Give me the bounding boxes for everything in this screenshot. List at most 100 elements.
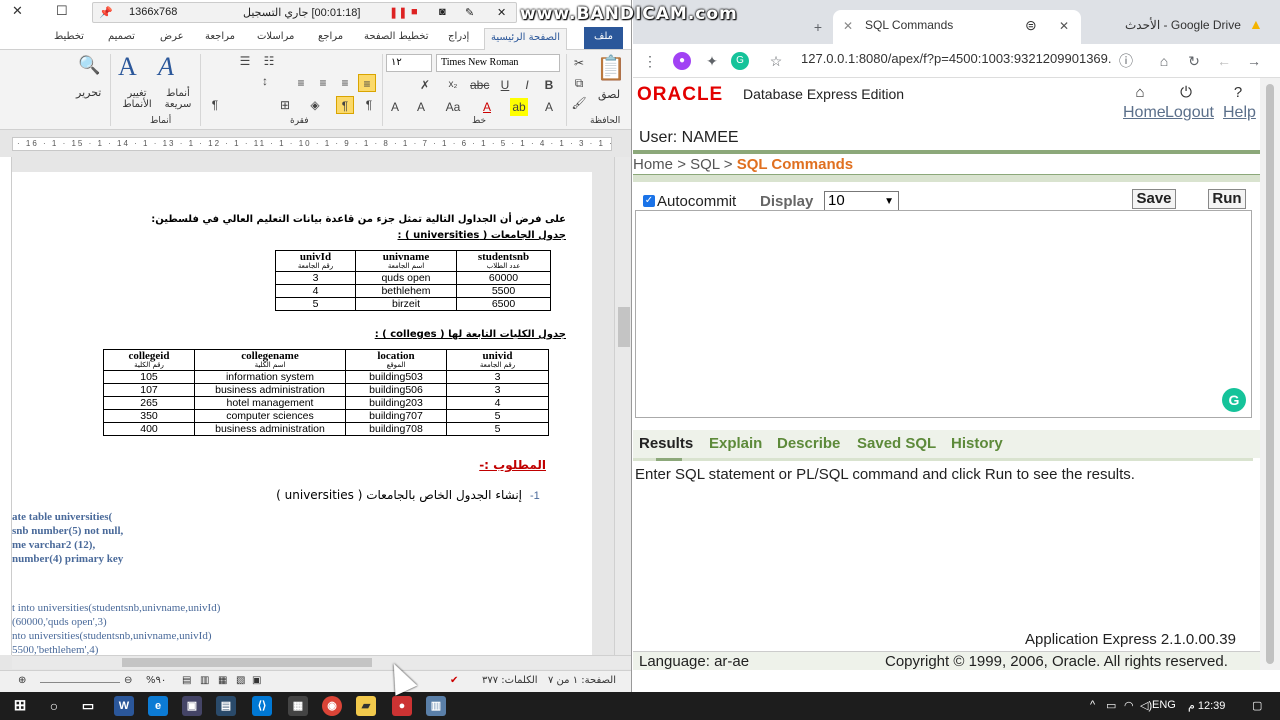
browser-scrollbar[interactable] (1260, 78, 1280, 670)
app-taskbar-icon[interactable]: ▦ (288, 696, 308, 716)
breadcrumb-home[interactable]: Home (633, 156, 673, 173)
search-icon[interactable]: ○ (44, 696, 64, 716)
extensions-icon[interactable]: ✦ (703, 52, 721, 70)
zoom-in-icon[interactable]: ⊕ (18, 675, 26, 686)
view-print-icon[interactable]: ▣ (252, 675, 261, 686)
grammarly-icon[interactable]: G (731, 52, 749, 70)
copy-icon[interactable]: ⧉ (570, 74, 588, 92)
view-web-icon[interactable]: ▦ (218, 675, 227, 686)
borders-icon[interactable]: ⊞ (276, 96, 294, 114)
horizontal-ruler[interactable]: · 16 · 1 · 15 · 1 · 14 · 1 · 13 · 1 · 12… (0, 131, 631, 157)
pause-icon[interactable]: ❚❚ (389, 6, 407, 19)
change-styles-button[interactable]: تغيير الأنماط (118, 88, 156, 110)
scroll-thumb[interactable] (1266, 84, 1274, 664)
tab-explain[interactable]: Explain (709, 435, 762, 452)
font-name-select[interactable]: Times New Roman (436, 54, 560, 72)
vertical-scrollbar[interactable] (614, 157, 631, 655)
profile-icon[interactable]: ● (673, 52, 691, 70)
bullets-icon[interactable]: ☷ (260, 52, 278, 70)
tab-layout[interactable]: تخطيط (54, 31, 84, 42)
tab-design[interactable]: تصميم (108, 31, 135, 42)
shrink-font-icon[interactable]: A (412, 98, 430, 116)
bandicam-taskbar-icon[interactable]: ● (392, 696, 412, 716)
grammarly-badge-icon[interactable]: G (1222, 388, 1246, 412)
underline-icon[interactable]: U (496, 76, 514, 94)
show-marks-icon[interactable]: ¶ (206, 96, 224, 114)
word-taskbar-icon[interactable]: W (114, 696, 134, 716)
tab-insert[interactable]: إدراج (448, 31, 469, 42)
network-icon[interactable]: ▭ (1106, 699, 1116, 712)
quick-styles-icon[interactable]: A (158, 52, 174, 82)
tab-saved-sql[interactable]: Saved SQL (857, 435, 936, 452)
pin-icon[interactable]: 📌 (99, 6, 113, 19)
back-icon[interactable]: → (1245, 52, 1263, 70)
bookmark-icon[interactable]: ☆ (767, 52, 785, 70)
home-nav-icon[interactable]: ⌂ (1131, 84, 1149, 102)
clock[interactable]: 12:39 م (1188, 699, 1225, 712)
quick-styles-button[interactable]: أنماط سريعة (160, 88, 196, 110)
autocommit-checkbox[interactable]: ✓ (643, 195, 655, 207)
address-bar[interactable]: 127.0.0.1:8080/apex/f?p=4500:1003:932120… (801, 51, 1111, 66)
tab-history[interactable]: History (951, 435, 1003, 452)
sql-editor[interactable] (635, 210, 1252, 418)
horizontal-scrollbar[interactable] (12, 655, 631, 669)
stop-icon[interactable]: ■ (411, 6, 418, 18)
italic-icon[interactable]: I (518, 76, 536, 94)
close-icon[interactable]: ✕ (12, 3, 23, 19)
tab-close-icon[interactable]: ✕ (1059, 19, 1069, 33)
maximize-icon[interactable]: ☐ (56, 3, 68, 19)
center-icon[interactable]: ≡ (314, 74, 332, 92)
app-taskbar-icon[interactable]: ▥ (426, 696, 446, 716)
tab-file[interactable]: ملف (584, 27, 624, 49)
logout-nav-icon[interactable]: ⏻ (1177, 84, 1195, 102)
font-color-icon[interactable]: A (478, 98, 496, 116)
task-view-icon[interactable]: ▭ (78, 696, 98, 716)
format-painter-icon[interactable]: 🖌 (570, 94, 588, 112)
highlight-icon[interactable]: ab (510, 98, 528, 116)
forward-icon[interactable]: ← (1215, 52, 1233, 70)
zoom-level[interactable]: %٩٠ (146, 675, 166, 686)
strikethrough-icon[interactable]: abc (470, 76, 489, 94)
language-indicator[interactable]: ENG (1152, 699, 1176, 711)
tab-close-icon[interactable]: ✕ (843, 19, 853, 33)
document-page[interactable]: على فرض أن الجداول التالية تمثل جزء من ق… (12, 172, 592, 655)
camera-icon[interactable]: ◙ (439, 6, 446, 18)
tab-mailings[interactable]: مراسلات (257, 31, 294, 42)
vertical-ruler[interactable] (0, 157, 12, 655)
reload-icon[interactable]: ↻ (1185, 52, 1203, 70)
notifications-icon[interactable]: ▢ (1252, 699, 1262, 712)
app-taskbar-icon[interactable]: ▣ (182, 696, 202, 716)
app-taskbar-icon[interactable]: ▤ (216, 696, 236, 716)
subscript-icon[interactable]: x₂ (444, 76, 462, 94)
align-right-icon[interactable]: ≡ (292, 74, 310, 92)
edge-taskbar-icon[interactable]: e (148, 696, 168, 716)
proofing-icon[interactable]: ✔ (450, 675, 458, 686)
tab-view[interactable]: عرض (160, 31, 184, 42)
tab-sql-commands[interactable]: ✕ SQL Commands ⊜ ✕ (833, 10, 1081, 44)
file-explorer-icon[interactable]: ▰ (356, 696, 376, 716)
breadcrumb-sql[interactable]: SQL (690, 156, 719, 173)
align-left-icon[interactable]: ≡ (336, 74, 354, 92)
tab-page-layout[interactable]: تخطيط الصفحة (364, 31, 429, 42)
font-size-select[interactable]: ١٢ (386, 54, 432, 72)
save-button[interactable]: Save (1132, 189, 1176, 209)
grow-font-icon[interactable]: A (386, 98, 404, 116)
pencil-icon[interactable]: ✎ (465, 6, 474, 19)
paste-icon[interactable]: 📋 (596, 54, 626, 84)
tab-google-drive[interactable]: Google Drive - الأحدث ▲ (1103, 10, 1275, 44)
logout-link[interactable]: Logout (1165, 104, 1214, 122)
cut-icon[interactable]: ✂ (570, 54, 588, 72)
tab-references[interactable]: مراجع (318, 31, 343, 42)
view-outline-icon[interactable]: ▥ (200, 675, 209, 686)
chrome-taskbar-icon[interactable]: ◉ (322, 696, 342, 716)
shading-icon[interactable]: ◈ (306, 96, 324, 114)
tab-results[interactable]: Results (639, 435, 693, 452)
line-spacing-icon[interactable]: ↕ (256, 72, 274, 90)
help-link[interactable]: Help (1223, 104, 1256, 122)
menu-icon[interactable]: ⋮ (641, 52, 659, 70)
numbering-icon[interactable]: ☰ (236, 52, 254, 70)
change-case-icon[interactable]: Aa (444, 98, 462, 116)
view-read-icon[interactable]: ▧ (236, 675, 245, 686)
rtl-icon[interactable]: ¶ (336, 96, 354, 114)
bold-icon[interactable]: B (540, 76, 558, 94)
